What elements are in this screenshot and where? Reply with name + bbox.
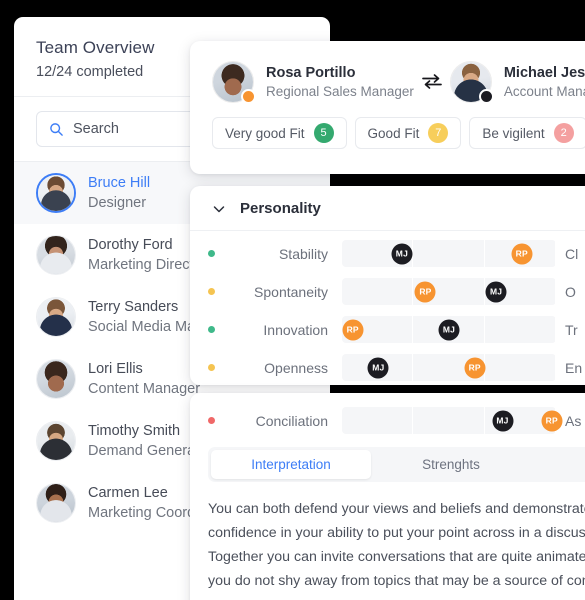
member-name: Dorothy Ford [88,236,173,253]
trait-row: Openness MJ RP En [190,352,585,383]
member-name: Bruce Hill [88,174,151,191]
marker-mj[interactable]: MJ [367,357,389,378]
trait-status-dot [208,364,215,371]
swap-arrows-icon[interactable] [419,69,445,95]
interpretation-line: Together you can invite conversations th… [208,549,585,565]
fit-label: Very good Fit [225,125,305,141]
marker-mj[interactable]: MJ [485,281,507,302]
trait-slider-track[interactable]: MJ RP [342,278,556,305]
marker-rp[interactable]: RP [342,319,364,340]
trait-label-right: Cl [565,245,579,262]
trait-slider-track[interactable]: MJ RP [342,354,556,381]
profile-compare-card: Rosa Portillo Regional Sales Manager Mic… [190,41,585,174]
avatar [36,421,76,461]
marker-rp[interactable]: RP [414,281,436,302]
trait-status-dot [208,326,215,333]
marker-rp[interactable]: RP [541,410,563,431]
person-right[interactable]: Michael Jessup Account Manager [449,61,585,104]
trait-status-dot [208,417,215,424]
trait-row: Stability MJ RP Cl [190,238,585,269]
trait-label-right: O [565,283,576,300]
fit-count-badge: 5 [313,123,334,143]
trait-slider-track[interactable]: MJ RP [342,240,556,267]
app-root: Team Overview 12/24 completed Search Bru… [0,0,585,600]
personality-divider [190,230,585,231]
trait-slider-track[interactable]: MJ RP [342,407,563,434]
trait-label-left: Openness [264,359,328,376]
marker-mj[interactable]: MJ [391,243,413,264]
person-right-role: Account Manager [503,83,585,99]
trait-status-dot [208,250,215,257]
marker-rp[interactable]: RP [511,243,533,264]
tab-strenghts[interactable]: Strenghts [371,450,531,479]
trait-slider-track[interactable]: MJ RP [342,316,556,343]
trait-row: Conciliation MJ RP As [190,405,585,436]
interpretation-line: You can both defend your views and belie… [208,501,585,517]
fit-chip[interactable]: Be vigilent 2 [469,117,585,149]
search-placeholder: Search [73,121,119,137]
trait-list: Stability MJ RP Cl Spontaneity MJ RP O Innovatio… [190,238,585,383]
person-left-name: Rosa Portillo [266,64,356,81]
trait-label-left: Stability [278,245,328,262]
avatar [36,235,76,275]
trait-label-right: En [565,359,583,376]
fit-count-badge: 7 [428,123,449,143]
status-dot-right [478,89,494,104]
person-right-name: Michael Jessup [503,64,585,81]
interpretation-card: Conciliation MJ RP As Interpretation Strengh… [190,393,585,600]
marker-rp[interactable]: RP [464,357,486,378]
trait-row: Innovation MJ RP Tr [190,314,585,345]
member-name: Lori Ellis [88,360,143,377]
trait-label-left: Innovation [263,321,328,338]
fit-chip-row: Very good Fit 5 Good Fit 7 Be vigilent 2 [190,103,585,149]
avatar-right [449,61,494,104]
avatar [36,483,76,523]
trait-row: Spontaneity MJ RP O [190,276,585,307]
interpretation-line: you do not shy away from topics that may… [208,573,585,589]
person-left[interactable]: Rosa Portillo Regional Sales Manager [212,61,414,104]
fit-chip[interactable]: Good Fit 7 [354,117,462,149]
section-title: Personality [240,200,321,217]
trait-status-dot [208,288,215,295]
interpretation-line: confidence in your ability to put your p… [208,525,585,541]
tab-interpretation[interactable]: Interpretation [211,450,371,479]
personality-header[interactable]: Personality [190,186,585,230]
fit-label: Be vigilent [482,125,545,141]
chevron-down-icon[interactable] [212,202,226,216]
member-role: Designer [88,194,147,211]
marker-mj[interactable]: MJ [438,319,460,340]
member-role: Content Manager [88,380,201,397]
avatar-left [212,61,256,104]
avatar [36,359,76,399]
status-dot-left [241,89,256,104]
personality-card: Personality Stability MJ RP Cl Spontaneity MJ… [190,186,585,385]
search-icon [49,122,64,137]
fit-label: Good Fit [367,125,420,141]
profile-row: Rosa Portillo Regional Sales Manager Mic… [190,41,585,104]
interpretation-text: You can both defend your views and belie… [190,482,585,593]
fit-count-badge: 2 [553,123,574,143]
marker-mj[interactable]: MJ [492,410,513,431]
trait-label-left: Spontaneity [254,283,328,300]
tab-bar: Interpretation Strenghts [208,447,585,482]
trait-label-right: Tr [565,321,578,338]
avatar [36,173,76,213]
fit-chip[interactable]: Very good Fit 5 [212,117,347,149]
trait-label-left: Conciliation [255,412,328,429]
avatar [36,297,76,337]
conciliation-trait-row: Conciliation MJ RP As [190,405,585,436]
person-left-role: Regional Sales Manager [266,83,414,99]
member-role: Marketing Director [88,256,207,273]
